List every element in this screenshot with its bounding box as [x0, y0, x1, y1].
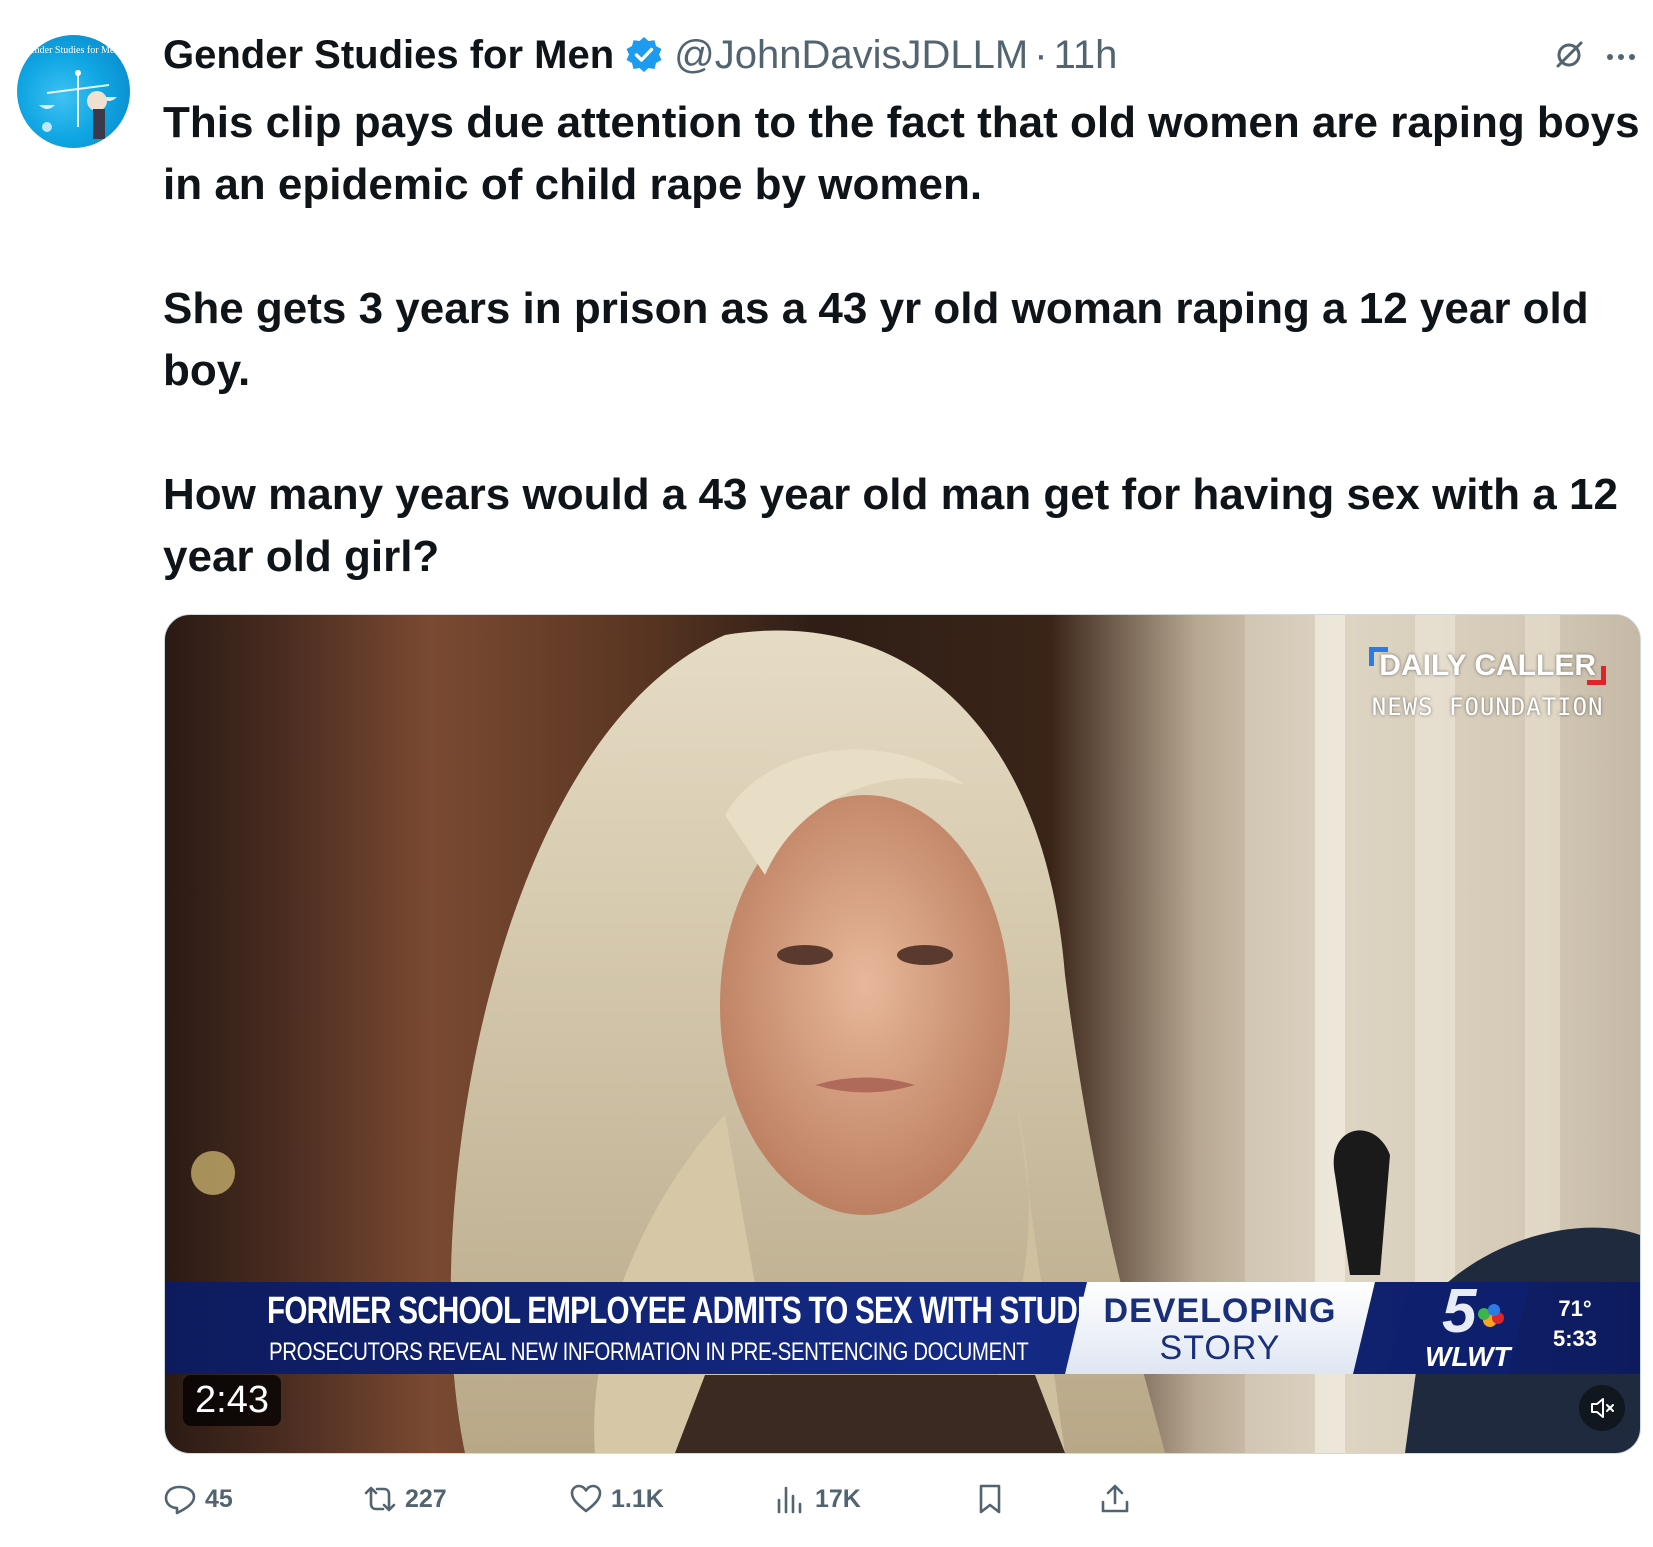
share-button[interactable]: [1098, 1474, 1140, 1524]
tweet-paragraph: She gets 3 years in prison as a 43 yr ol…: [163, 284, 1589, 395]
weather-time-box: 71° 5:33: [1535, 1294, 1615, 1354]
station-number: 5: [1442, 1282, 1478, 1346]
watermark-corner-red: [1587, 666, 1606, 685]
more-options-icon[interactable]: [1604, 40, 1638, 74]
post-time[interactable]: 11h: [1054, 33, 1118, 78]
views-count: 17K: [815, 1484, 861, 1513]
reply-count: 45: [205, 1484, 233, 1513]
watermark-corner-blue: [1369, 647, 1389, 666]
mute-button[interactable]: [1579, 1385, 1625, 1431]
bookmark-icon: [979, 1484, 1001, 1514]
station-name: WLWT: [1425, 1341, 1513, 1372]
story-label: STORY: [1159, 1329, 1281, 1367]
views-button[interactable]: 17K: [773, 1474, 861, 1524]
repost-button[interactable]: 227: [363, 1474, 447, 1524]
separator-dot: ·: [1034, 32, 1048, 77]
views-chart-icon: [777, 1486, 802, 1514]
display-name[interactable]: Gender Studies for Men: [163, 33, 614, 78]
news-lower-third: FORMER SCHOOL EMPLOYEE ADMITS TO SEX WIT…: [165, 1282, 1640, 1374]
verified-badge-icon: [626, 37, 662, 72]
heart-icon: [570, 1484, 602, 1513]
tweet-actions-bar: 45 227 1.1K 17K: [163, 1474, 1143, 1524]
grok-icon[interactable]: [1552, 38, 1586, 72]
reply-icon: [164, 1485, 196, 1515]
tweet-paragraph: How many years would a 43 year old man g…: [163, 470, 1618, 581]
tweet-body: This clip pays due attention to the fact…: [163, 92, 1643, 588]
reply-button[interactable]: 45: [163, 1474, 233, 1524]
news-headline: FORMER SCHOOL EMPLOYEE ADMITS TO SEX WIT…: [267, 1290, 1135, 1332]
repost-count: 227: [405, 1484, 447, 1513]
speaker-muted-icon: [1591, 1398, 1614, 1418]
developing-story-tag: DEVELOPING STORY: [1065, 1282, 1375, 1374]
wlwt-station-logo: 5 WLWT: [1388, 1282, 1530, 1374]
avatar[interactable]: Gender Studies for Men: [17, 35, 130, 148]
share-upload-icon: [1101, 1484, 1129, 1513]
bookmark-button[interactable]: [973, 1474, 1015, 1524]
repost-icon: [364, 1486, 396, 1512]
like-button[interactable]: 1.1K: [569, 1474, 664, 1524]
developing-label: DEVELOPING: [1103, 1292, 1337, 1330]
user-handle[interactable]: @JohnDavisJDLLM: [674, 33, 1028, 78]
temperature: 71°: [1558, 1296, 1592, 1321]
news-subheadline: PROSECUTORS REVEAL NEW INFORMATION IN PR…: [269, 1338, 1029, 1366]
video-player[interactable]: DAILY CALLER NEWS FOUNDATION FORMER SCHO…: [164, 614, 1641, 1454]
daily-caller-watermark: DAILY CALLER NEWS FOUNDATION: [1369, 647, 1606, 721]
tweet-header: Gender Studies for Men @JohnDavisJDLLM ·…: [163, 30, 1117, 80]
avatar-logo-text: Gender Studies for Men: [23, 45, 120, 56]
video-duration: 2:43: [183, 1375, 281, 1426]
watermark-subtitle: NEWS FOUNDATION: [1371, 693, 1604, 721]
tweet-paragraph: This clip pays due attention to the fact…: [163, 98, 1640, 209]
like-count: 1.1K: [611, 1484, 664, 1513]
broadcast-clock: 5:33: [1552, 1326, 1598, 1351]
watermark-title: DAILY CALLER: [1379, 649, 1596, 682]
